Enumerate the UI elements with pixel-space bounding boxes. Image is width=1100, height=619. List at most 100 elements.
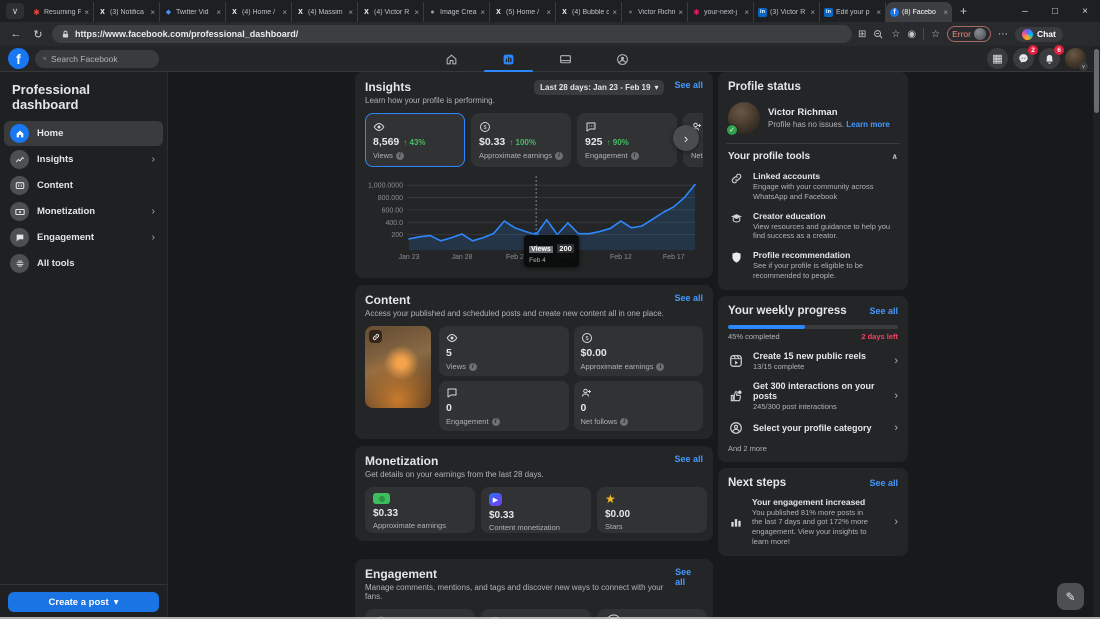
- learn-more-link[interactable]: Learn more: [846, 120, 890, 129]
- tool-linked-accounts[interactable]: Linked accounts Engage with your communi…: [728, 171, 898, 202]
- sidebar-item-home[interactable]: Home: [4, 121, 163, 146]
- tab-close-icon[interactable]: ×: [744, 8, 749, 17]
- browser-tab[interactable]: your-next-j ×: [688, 2, 754, 22]
- profile-avatar[interactable]: ✓: [726, 102, 760, 136]
- url-field[interactable]: https://www.facebook.com/professional_da…: [52, 25, 852, 43]
- tab-close-icon[interactable]: ×: [282, 8, 287, 17]
- browser-tab[interactable]: (4) Victor R ×: [358, 2, 424, 22]
- next-steps-see-all-link[interactable]: See all: [869, 478, 898, 488]
- tab-close-icon[interactable]: ×: [150, 8, 155, 17]
- browser-tab[interactable]: Twitter Vid ×: [160, 2, 226, 22]
- minimize-button[interactable]: –: [1010, 0, 1040, 22]
- monetization-card-earnings[interactable]: $0.33 Approximate earnings: [365, 487, 475, 533]
- tab-close-icon[interactable]: ×: [480, 8, 485, 17]
- new-tab-button[interactable]: +: [960, 4, 967, 18]
- info-icon[interactable]: i: [630, 151, 639, 160]
- side-panel-icon[interactable]: ⊞: [858, 29, 866, 40]
- monetization-card-content[interactable]: ▶ $0.33 Content monetization: [481, 487, 591, 533]
- insights-see-all-link[interactable]: See all: [674, 80, 703, 90]
- insights-card-engagement[interactable]: 925 ↑ 90% Engagement i: [577, 113, 677, 167]
- browser-tab[interactable]: (4) Bubble c ×: [556, 2, 622, 22]
- browser-tab[interactable]: (8) Facebo ×: [886, 2, 952, 22]
- browser-tab[interactable]: (3) Victor R ×: [754, 2, 820, 22]
- content-see-all-link[interactable]: See all: [674, 293, 703, 303]
- tab-close-icon[interactable]: ×: [348, 8, 353, 17]
- reload-icon[interactable]: ↻: [30, 28, 46, 41]
- insights-card-views[interactable]: 8,569 ↑ 43% Views i: [365, 113, 465, 167]
- tab-close-icon[interactable]: ×: [612, 8, 617, 17]
- create-post-button[interactable]: Create a post ▾: [8, 592, 159, 612]
- tab-close-icon[interactable]: ×: [943, 8, 948, 17]
- tab-search-button[interactable]: ∨: [6, 3, 24, 19]
- info-icon[interactable]: i: [491, 417, 500, 426]
- bookmark-star-icon[interactable]: ☆: [891, 29, 900, 40]
- next-step-engagement[interactable]: Your engagement increased You published …: [728, 497, 898, 547]
- close-button[interactable]: ×: [1070, 0, 1100, 22]
- tab-insights[interactable]: [480, 46, 537, 72]
- profile-error-chip[interactable]: Error: [947, 26, 991, 42]
- task-interactions[interactable]: Get 300 interactions on your posts 245/3…: [728, 381, 898, 411]
- sidebar-item-insights[interactable]: Insights ›: [4, 147, 163, 172]
- tab-close-icon[interactable]: ×: [678, 8, 683, 17]
- browser-tab[interactable]: (5) Home / ×: [490, 2, 556, 22]
- date-range-dropdown[interactable]: Last 28 days: Jan 23 - Feb 19 ▾: [534, 80, 665, 95]
- extension-b-icon[interactable]: ☆: [931, 29, 940, 40]
- browser-tab[interactable]: Victor Richm ×: [622, 2, 688, 22]
- browser-tab[interactable]: Resuming F ×: [28, 2, 94, 22]
- facebook-logo[interactable]: f: [8, 48, 29, 69]
- browser-menu-icon[interactable]: ⋯: [998, 29, 1008, 40]
- back-icon[interactable]: ←: [8, 28, 24, 40]
- sidebar-item-monetization[interactable]: Monetization ›: [4, 199, 163, 224]
- info-icon[interactable]: i: [395, 151, 404, 160]
- facebook-search[interactable]: [35, 49, 159, 68]
- tab-close-icon[interactable]: ×: [876, 8, 881, 17]
- engagement-see-all-link[interactable]: See all: [675, 567, 703, 587]
- cards-next-button[interactable]: ›: [673, 125, 699, 151]
- content-stat-views[interactable]: 5 Views i: [439, 326, 569, 376]
- task-create-reels[interactable]: Create 15 new public reels 13/15 complet…: [728, 351, 898, 371]
- messenger-button[interactable]: 2: [1013, 45, 1038, 69]
- info-icon[interactable]: i: [656, 362, 665, 371]
- browser-tab[interactable]: (4) Massim ×: [292, 2, 358, 22]
- tab-close-icon[interactable]: ×: [84, 8, 89, 17]
- content-stat-earnings[interactable]: $ $0.00 Approximate earnings i: [573, 326, 703, 376]
- extension-a-icon[interactable]: ◉: [907, 29, 916, 40]
- content-stat-net-follows[interactable]: 0 Net follows i: [573, 381, 703, 431]
- content-stat-engagement[interactable]: 0 Engagement i: [439, 381, 569, 431]
- page-scrollbar[interactable]: [1093, 46, 1100, 617]
- menu-grid-button[interactable]: ▦: [987, 48, 1008, 69]
- zoom-out-icon[interactable]: [873, 29, 884, 40]
- notifications-button[interactable]: 6: [1039, 45, 1064, 69]
- browser-tab[interactable]: Edit your p ×: [820, 2, 886, 22]
- tool-creator-education[interactable]: Creator education View resources and gui…: [728, 211, 898, 242]
- info-icon[interactable]: i: [468, 362, 477, 371]
- collapse-icon[interactable]: ∧: [892, 152, 899, 161]
- compose-floating-button[interactable]: ✎: [1057, 583, 1084, 610]
- weekly-see-all-link[interactable]: See all: [869, 306, 898, 316]
- tab-home[interactable]: [423, 46, 480, 72]
- tab-close-icon[interactable]: ×: [414, 8, 419, 17]
- tab-close-icon[interactable]: ×: [216, 8, 221, 17]
- browser-tab[interactable]: Image Crea ×: [424, 2, 490, 22]
- monetization-card-stars[interactable]: ★ $0.00 Stars: [597, 487, 707, 533]
- maximize-button[interactable]: □: [1040, 0, 1070, 22]
- browser-tab[interactable]: (3) Notifica ×: [94, 2, 160, 22]
- tab-close-icon[interactable]: ×: [810, 8, 815, 17]
- sidebar-item-engagement[interactable]: Engagement ›: [4, 225, 163, 250]
- task-profile-category[interactable]: Select your profile category ›: [728, 421, 898, 435]
- search-input[interactable]: [51, 53, 151, 64]
- insights-card-earnings[interactable]: $ $0.33 ↑ 100% Approximate earnings i: [471, 113, 571, 167]
- copilot-chat-button[interactable]: Chat: [1014, 26, 1063, 42]
- browser-tab[interactable]: (4) Home / ×: [226, 2, 292, 22]
- tab-profile[interactable]: [594, 46, 651, 72]
- sidebar-item-content[interactable]: Content: [4, 173, 163, 198]
- sidebar-item-all-tools[interactable]: All tools: [4, 251, 163, 276]
- tab-content[interactable]: [537, 46, 594, 72]
- tab-close-icon[interactable]: ×: [546, 8, 551, 17]
- info-icon[interactable]: i: [554, 151, 563, 160]
- post-thumbnail[interactable]: [365, 326, 431, 408]
- monetization-see-all-link[interactable]: See all: [674, 454, 703, 464]
- scrollbar-thumb[interactable]: [1094, 49, 1099, 113]
- account-avatar[interactable]: [1065, 48, 1088, 71]
- info-icon[interactable]: i: [620, 417, 629, 426]
